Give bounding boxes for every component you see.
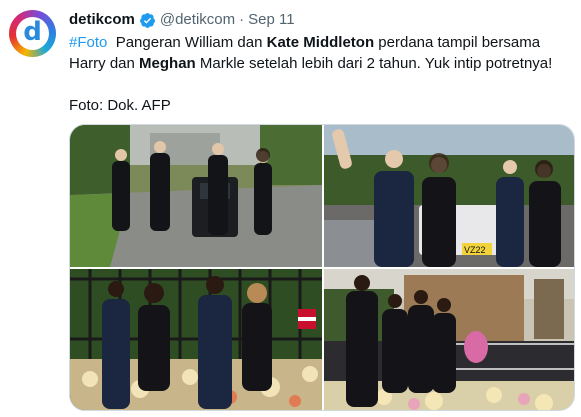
tweet-date[interactable]: Sep 11 xyxy=(248,11,294,29)
author-handle[interactable]: @detikcom xyxy=(160,11,235,29)
photo-1-image xyxy=(70,125,322,267)
bold-meghan: Meghan xyxy=(139,55,196,72)
text-part-3: Markle setelah lebih dari 2 tahun. Yuk i… xyxy=(195,55,553,72)
author-name[interactable]: detikcom xyxy=(69,11,135,29)
photo-credit: Foto: Dok. AFP xyxy=(69,97,171,114)
verified-badge-icon xyxy=(139,12,155,28)
photo-3-image xyxy=(70,269,322,410)
tweet-header: detikcom @detikcom · Sep 11 xyxy=(69,11,295,29)
avatar-inner: d xyxy=(16,17,49,50)
tweet-text: #Foto Pangeran William dan Kate Middleto… xyxy=(69,32,574,116)
text-part-1: Pangeran William dan xyxy=(115,34,267,51)
detikcom-avatar[interactable]: d xyxy=(9,10,56,57)
photo-grid: VZ22 xyxy=(69,124,575,411)
tweet-body: #Foto Pangeran William dan Kate Middleto… xyxy=(69,32,574,74)
hashtag-link[interactable]: #Foto xyxy=(69,34,107,51)
separator-dot: · xyxy=(239,11,245,28)
photo-4-image xyxy=(324,269,574,410)
photo-3[interactable] xyxy=(70,269,322,410)
avatar-letter: d xyxy=(23,17,42,47)
plate-text: VZ22 xyxy=(464,245,486,255)
photo-1[interactable] xyxy=(70,125,322,267)
photo-2-image: VZ22 xyxy=(324,125,574,267)
bold-kate: Kate Middleton xyxy=(266,34,375,51)
photo-4[interactable] xyxy=(324,269,574,410)
photo-2[interactable]: VZ22 xyxy=(324,125,574,267)
